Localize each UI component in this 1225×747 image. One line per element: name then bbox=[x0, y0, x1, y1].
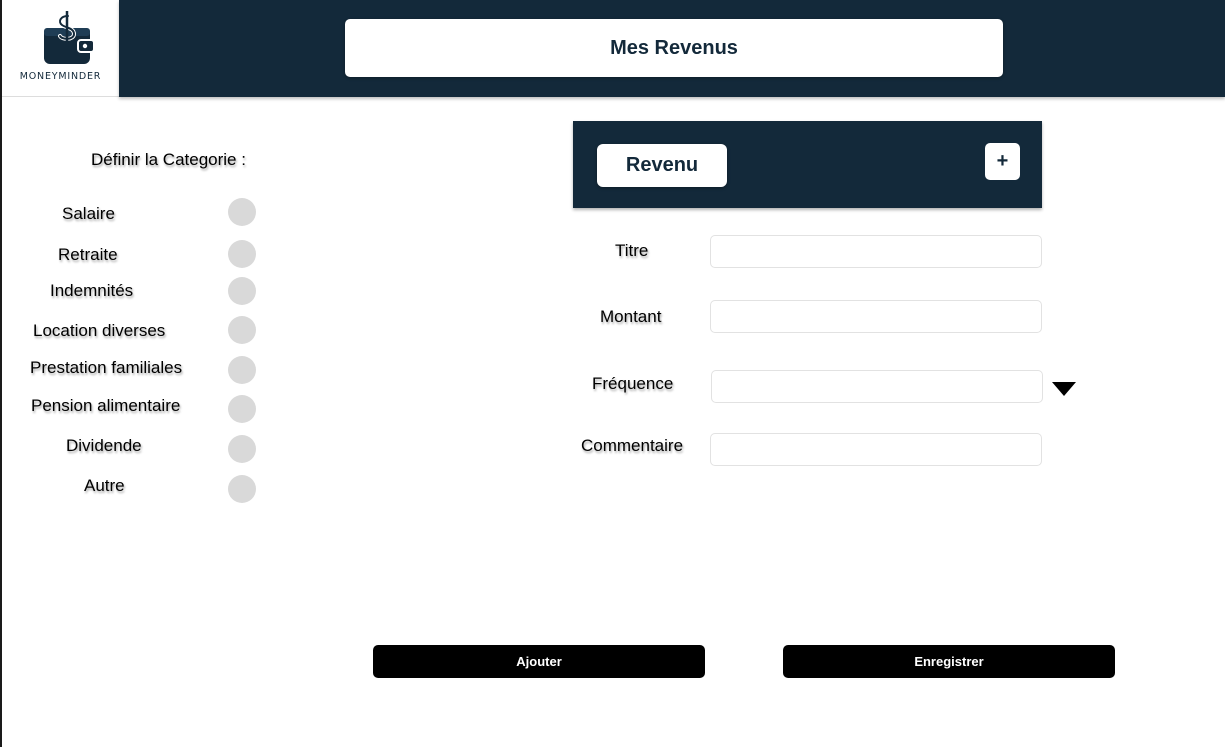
category-radio-salaire[interactable] bbox=[228, 198, 256, 226]
ajouter-button[interactable]: Ajouter bbox=[373, 645, 705, 678]
category-radio-dividende[interactable] bbox=[228, 435, 256, 463]
revenu-panel: Revenu + bbox=[573, 121, 1042, 208]
logo[interactable]: MONEYMINDER bbox=[2, 0, 119, 97]
logo-text: MONEYMINDER bbox=[19, 71, 102, 82]
commentaire-label: Commentaire bbox=[581, 436, 684, 455]
category-label-autre: Autre bbox=[84, 476, 125, 495]
category-radio-retraite[interactable] bbox=[228, 240, 256, 268]
montant-label: Montant bbox=[600, 307, 662, 326]
titre-input[interactable] bbox=[710, 235, 1042, 268]
category-label-pension: Pension alimentaire bbox=[31, 396, 181, 415]
category-radio-prestation[interactable] bbox=[228, 356, 256, 384]
wallet-dollar-icon bbox=[44, 11, 95, 64]
page-border bbox=[0, 0, 2, 747]
revenu-tab-button[interactable]: Revenu bbox=[597, 144, 727, 187]
titre-label: Titre bbox=[615, 241, 649, 260]
category-radio-indemnites[interactable] bbox=[228, 277, 256, 305]
category-label-location: Location diverses bbox=[33, 321, 166, 340]
add-revenu-button[interactable]: + bbox=[985, 143, 1020, 180]
frequence-select[interactable] bbox=[711, 370, 1043, 403]
enregistrer-button[interactable]: Enregistrer bbox=[783, 645, 1115, 678]
category-radio-pension[interactable] bbox=[228, 395, 256, 423]
category-heading: Définir la Categorie : bbox=[91, 150, 246, 169]
montant-input[interactable] bbox=[710, 300, 1042, 333]
category-label-dividende: Dividende bbox=[66, 436, 142, 455]
chevron-down-icon[interactable] bbox=[1052, 382, 1076, 396]
category-label-salaire: Salaire bbox=[62, 204, 115, 223]
category-radio-location[interactable] bbox=[228, 316, 256, 344]
frequence-label: Fréquence bbox=[592, 374, 674, 393]
category-label-retraite: Retraite bbox=[58, 245, 118, 264]
category-radio-autre[interactable] bbox=[228, 475, 256, 503]
category-label-indemnites: Indemnités bbox=[50, 281, 134, 300]
page-title-box: Mes Revenus bbox=[345, 19, 1003, 77]
commentaire-input[interactable] bbox=[710, 433, 1042, 466]
category-label-prestation: Prestation familiales bbox=[30, 358, 183, 377]
page-title: Mes Revenus bbox=[610, 36, 738, 59]
